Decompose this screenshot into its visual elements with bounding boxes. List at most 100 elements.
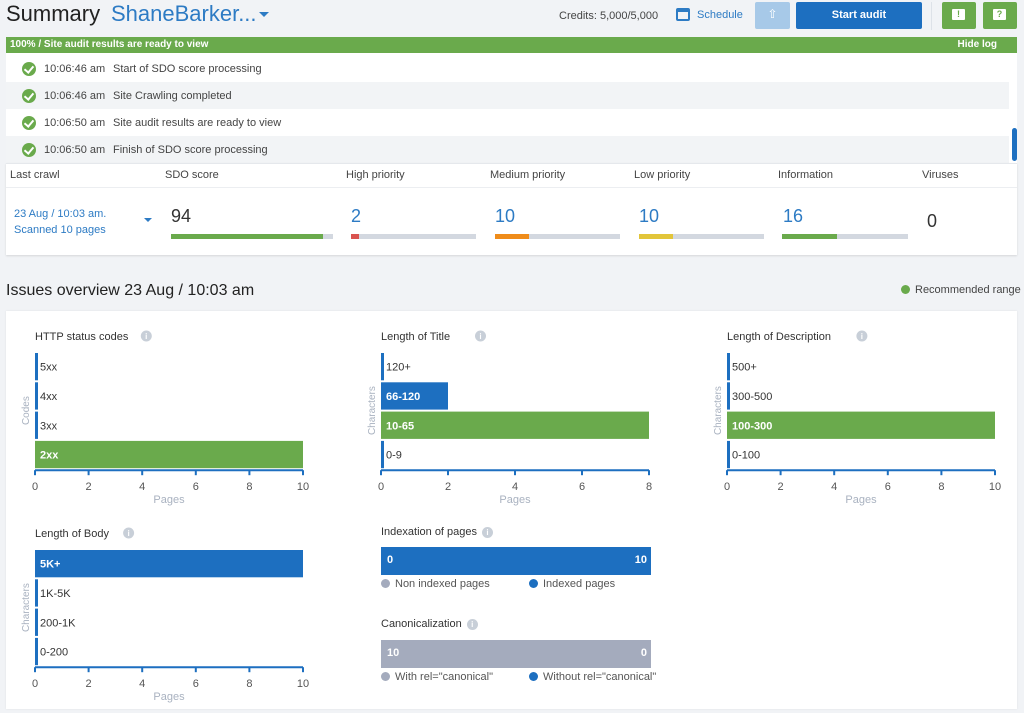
legend-dot-icon — [529, 672, 538, 681]
info-icon[interactable]: i — [466, 618, 478, 630]
export-button[interactable]: ⇧ — [755, 2, 790, 29]
log-entry: 10:06:50 am Finish of SDO score processi… — [6, 136, 1009, 163]
info-icon[interactable]: i — [123, 527, 135, 539]
bar-5xx[interactable] — [35, 353, 38, 381]
x-tick-label: 8 — [938, 481, 944, 493]
low-priority-value[interactable]: 10 — [639, 206, 659, 227]
log-entry: 10:06:46 am Site Crawling completed — [6, 82, 1009, 109]
info-icon[interactable]: i — [475, 330, 486, 342]
log-time: 10:06:50 am — [44, 117, 106, 129]
project-selector[interactable]: ShaneBarker... — [111, 1, 257, 27]
recommended-range-dot-icon — [901, 285, 910, 294]
stacked-bar[interactable]: 10 0 — [381, 640, 651, 668]
chart-title: Length of Title — [381, 331, 450, 343]
bar-1K-5K[interactable] — [35, 579, 38, 607]
category-label: 0-200 — [40, 647, 68, 659]
bar-200-1K[interactable] — [35, 608, 38, 636]
info-icon[interactable]: i — [140, 330, 152, 342]
category-label: 0-9 — [386, 450, 402, 462]
information-value[interactable]: 16 — [783, 206, 803, 227]
log-message: Start of SDO score processing — [113, 63, 262, 75]
bar-300-500[interactable] — [727, 382, 730, 410]
chevron-down-icon[interactable] — [144, 218, 152, 222]
without-canonical-value: 0 — [640, 647, 647, 659]
medium-priority-bar — [495, 234, 620, 239]
log-time: 10:06:50 am — [44, 144, 106, 156]
x-axis-label: Pages — [499, 494, 531, 506]
bar-0-200[interactable] — [35, 637, 38, 666]
last-crawl-selector[interactable]: 23 Aug / 10:03 am. Scanned 10 pages — [14, 206, 106, 238]
divider — [6, 187, 1017, 188]
medium-priority-value[interactable]: 10 — [495, 206, 515, 227]
chart-title: Indexation of pages i — [381, 526, 494, 538]
log-entry: 10:06:50 am Site audit results are ready… — [6, 109, 1009, 136]
high-priority-value[interactable]: 2 — [351, 206, 361, 227]
header-last-crawl: Last crawl — [10, 169, 60, 181]
x-tick-label: 6 — [193, 481, 199, 493]
legend-item[interactable]: Indexed pages — [529, 578, 615, 590]
bar-0-100[interactable] — [727, 440, 730, 469]
log-status-bar: 100% / Site audit results are ready to v… — [6, 37, 1017, 53]
legend-item[interactable]: With rel="canonical" — [381, 671, 493, 683]
header-low-priority: Low priority — [634, 169, 691, 181]
divider — [931, 2, 932, 30]
header-viruses: Viruses — [922, 169, 959, 181]
hide-log-button[interactable]: Hide log — [958, 39, 997, 50]
chart-canonicalization: Canonicalization i 10 0 With rel="canonic… — [381, 618, 676, 688]
bar-3xx[interactable] — [35, 411, 38, 439]
bar-4xx[interactable] — [35, 382, 38, 410]
bar-120+[interactable] — [381, 353, 384, 381]
legend-item[interactable]: Without rel="canonical" — [529, 671, 656, 683]
issues-overview-title: Issues overview 23 Aug / 10:03 am — [6, 282, 255, 299]
x-tick-label: 6 — [885, 481, 891, 493]
bar-2xx[interactable] — [35, 440, 303, 469]
category-label: 3xx — [40, 420, 58, 432]
category-label: 10-65 — [386, 420, 414, 432]
stacked-bar[interactable]: 0 10 — [381, 547, 651, 575]
recommended-range-label: Recommended range — [915, 284, 1021, 296]
chart-title: Canonicalization i — [381, 618, 478, 630]
chart-title: HTTP status codes — [35, 331, 129, 343]
legend-item[interactable]: Non indexed pages — [381, 578, 490, 590]
start-audit-button[interactable]: Start audit — [796, 2, 922, 29]
info-icon[interactable]: i — [856, 330, 868, 342]
bar-500+[interactable] — [727, 353, 730, 381]
feedback-button[interactable]: ! — [942, 2, 976, 29]
chevron-down-icon[interactable] — [259, 12, 269, 17]
high-priority-bar-fill — [351, 234, 359, 239]
calendar-icon[interactable] — [676, 8, 690, 21]
x-tick-label: 0 — [724, 481, 730, 493]
x-axis-label: Pages — [153, 691, 185, 703]
legend-label: Indexed pages — [543, 578, 616, 590]
last-crawl-pages: Scanned 10 pages — [14, 224, 106, 236]
check-circle-icon — [22, 116, 36, 130]
category-label: 300-500 — [732, 391, 772, 403]
stats-panel: Last crawl SDO score High priority Mediu… — [6, 163, 1017, 255]
y-axis-label: Characters — [713, 386, 724, 435]
category-label: 4xx — [40, 391, 58, 403]
sdo-score-value: 94 — [171, 206, 192, 226]
indexed-value: 10 — [634, 554, 647, 566]
log-scrollbar[interactable] — [1012, 128, 1017, 161]
x-tick-label: 2 — [445, 481, 451, 493]
y-axis-label: Characters — [367, 386, 378, 435]
help-button[interactable]: ? — [983, 2, 1017, 29]
svg-text:i: i — [861, 332, 863, 341]
x-tick-label: 4 — [139, 678, 145, 690]
last-crawl-date: 23 Aug / 10:03 am. — [14, 208, 107, 220]
category-label: 500+ — [732, 362, 757, 374]
bar-5K+[interactable] — [35, 550, 303, 578]
schedule-link[interactable]: Schedule — [697, 9, 743, 21]
bar-10-65[interactable] — [381, 411, 649, 439]
header-medium-priority: Medium priority — [490, 169, 566, 181]
check-circle-icon — [22, 62, 36, 76]
x-tick-label: 4 — [139, 481, 145, 493]
bar-chart-svg: Length of Description i Characters 500+ 300-… — [713, 330, 1001, 506]
credits-label: Credits: 5,000/5,000 — [559, 10, 659, 22]
info-icon[interactable]: i — [482, 526, 494, 538]
bar-chart-svg: HTTP status codes i Codes 5xx 4xx 3xx 2xx 0 2 4 6 8… — [21, 330, 309, 506]
chart-title: Length of Body — [35, 528, 110, 540]
log-list: 10:06:46 am Start of SDO score processin… — [6, 53, 1017, 163]
viruses-value: 0 — [927, 211, 938, 231]
bar-0-9[interactable] — [381, 440, 384, 469]
